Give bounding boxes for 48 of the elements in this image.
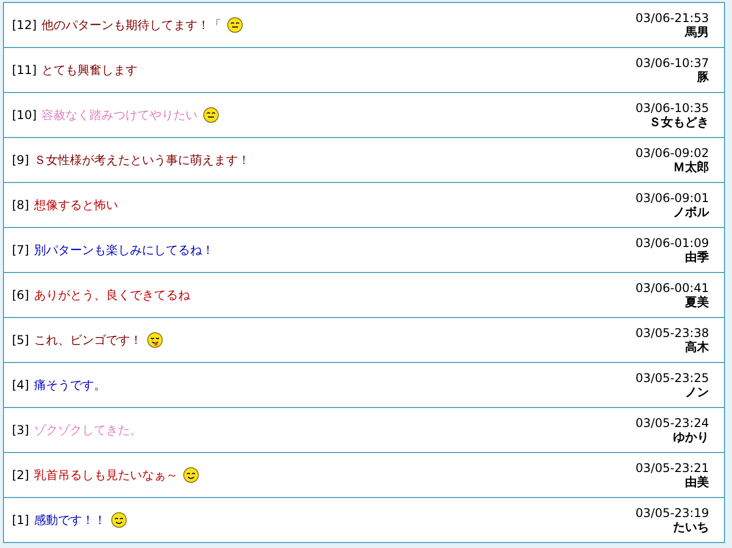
- comment-text: 感動です！！: [34, 512, 106, 528]
- comment-date: 03/05-23:25: [636, 371, 709, 385]
- comment-date: 03/05-23:21: [636, 461, 709, 475]
- comment-text: ありがとう、良くできてるね: [34, 286, 190, 304]
- comment-number: [9]: [12, 153, 29, 167]
- comment-number: [3]: [12, 423, 29, 437]
- comment-number: [7]: [12, 243, 29, 257]
- comment-text: 痛そうです。: [34, 376, 106, 394]
- comment-text: 容赦なく踏みつけてやりたい: [42, 106, 198, 124]
- comment-text: ゾクゾクしてきた。: [34, 422, 142, 438]
- comment-date: 03/05-23:24: [636, 416, 709, 430]
- comment-author: ノボル: [673, 205, 709, 219]
- comment-number: [4]: [12, 378, 29, 392]
- comment-number: [6]: [12, 288, 29, 302]
- comment-date: 03/06-00:41: [636, 281, 709, 295]
- comment-author: 豚: [697, 70, 709, 84]
- comment-number: [8]: [12, 198, 29, 212]
- comment-text: とても興奮します: [42, 62, 138, 78]
- comment-date: 03/06-09:02: [636, 146, 709, 160]
- comment-date: 03/06-01:09: [636, 236, 709, 250]
- comment-text: 別パターンも楽しみにしてるね！: [34, 242, 214, 258]
- comment-author: 由美: [685, 475, 709, 489]
- comment-text: 他のパターンも期待してます！「: [42, 16, 222, 34]
- comment-author: 由季: [685, 250, 709, 264]
- comment-number: [12]: [12, 18, 37, 32]
- comment-author: 夏美: [685, 295, 709, 309]
- comment-number: [10]: [12, 108, 37, 122]
- comment-author: ゆかり: [673, 430, 709, 444]
- comment-date: 03/06-10:35: [636, 101, 709, 115]
- comment-author: Ｍ太郎: [673, 160, 709, 174]
- comment-author: 馬男: [685, 25, 709, 39]
- comment-number: [11]: [12, 63, 37, 77]
- comment-number: [5]: [12, 333, 29, 347]
- comment-author: ノン: [685, 385, 709, 399]
- comment-date: 03/06-21:53: [636, 11, 709, 25]
- comment-date: 03/05-23:19: [636, 506, 709, 520]
- comment-number: [2]: [12, 468, 29, 482]
- comment-author: たいち: [673, 520, 709, 534]
- comment-author: 高木: [685, 340, 709, 354]
- comment-date: 03/06-10:37: [636, 56, 709, 70]
- comment-text: Ｓ女性様が考えたという事に萌えます！: [34, 152, 250, 168]
- comment-author: Ｓ女もどき: [649, 115, 709, 129]
- comment-text: 想像すると怖い: [34, 196, 118, 214]
- comment-text: 乳首吊るしも見たいなぁ～: [34, 466, 178, 484]
- comment-text: これ、ビンゴです！: [34, 332, 142, 348]
- comment-date: 03/05-23:38: [636, 326, 709, 340]
- comment-date: 03/06-09:01: [636, 191, 709, 205]
- comment-number: [1]: [12, 513, 29, 527]
